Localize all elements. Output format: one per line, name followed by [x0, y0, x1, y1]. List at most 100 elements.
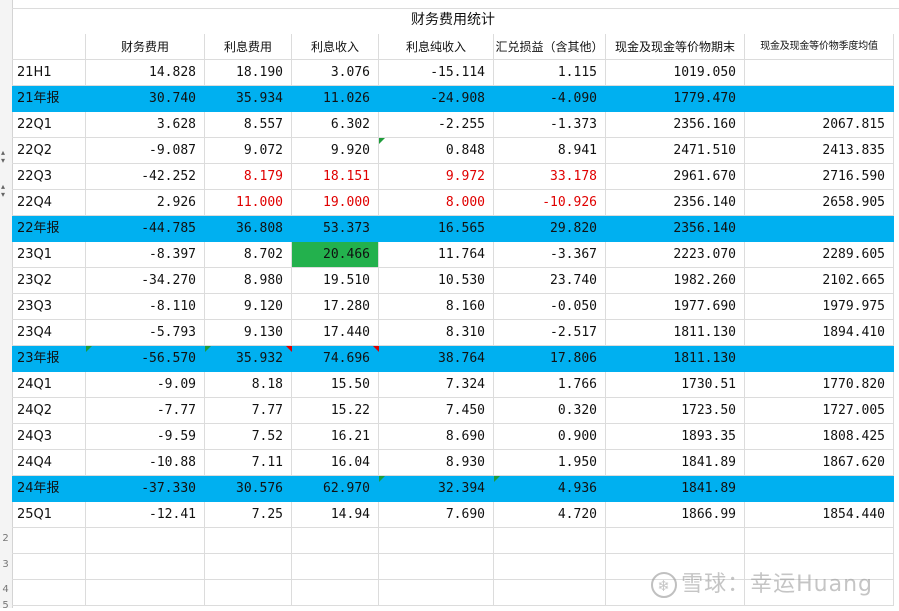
value-cell[interactable]: 17.280 [292, 294, 379, 320]
value-cell[interactable]: 7.77 [205, 398, 292, 424]
value-cell[interactable]: 1894.410 [745, 320, 894, 346]
value-cell[interactable]: 7.25 [205, 502, 292, 528]
value-cell[interactable]: -10.88 [86, 450, 205, 476]
value-cell[interactable]: 1893.35 [606, 424, 745, 450]
value-cell[interactable]: 36.808 [205, 216, 292, 242]
period-label-cell[interactable]: 22Q1 [12, 112, 86, 138]
value-cell[interactable]: 29.820 [494, 216, 606, 242]
value-cell[interactable]: 2356.140 [606, 190, 745, 216]
period-label-cell[interactable]: 22年报 [12, 216, 86, 242]
column-header[interactable]: 现金及现金等价物季度均值 [745, 34, 894, 60]
column-header[interactable]: 汇兑损益（含其他） [494, 34, 606, 60]
value-cell[interactable]: 2413.835 [745, 138, 894, 164]
value-cell[interactable]: 1.766 [494, 372, 606, 398]
empty-cell[interactable] [86, 580, 205, 606]
period-label-cell[interactable]: 22Q4 [12, 190, 86, 216]
value-cell[interactable]: -8.397 [86, 242, 205, 268]
value-cell[interactable]: -15.114 [379, 60, 494, 86]
value-cell[interactable]: 4.720 [494, 502, 606, 528]
value-cell[interactable]: 17.440 [292, 320, 379, 346]
value-cell[interactable]: 14.828 [86, 60, 205, 86]
value-cell[interactable]: 11.000 [205, 190, 292, 216]
value-cell[interactable]: 0.848 [379, 138, 494, 164]
column-header[interactable]: 利息收入 [292, 34, 379, 60]
period-label-cell[interactable]: 21H1 [12, 60, 86, 86]
value-cell[interactable]: 3.628 [86, 112, 205, 138]
value-cell[interactable]: 2289.605 [745, 242, 894, 268]
empty-cell[interactable] [12, 528, 86, 554]
period-label-cell[interactable]: 24Q1 [12, 372, 86, 398]
empty-cell[interactable] [745, 528, 894, 554]
column-header[interactable]: 现金及现金等价物期末 [606, 34, 745, 60]
value-cell[interactable]: 8.000 [379, 190, 494, 216]
value-cell[interactable]: -56.570 [86, 346, 205, 372]
period-label-cell[interactable]: 23Q4 [12, 320, 86, 346]
period-label-cell[interactable]: 23Q3 [12, 294, 86, 320]
value-cell[interactable]: 1841.89 [606, 476, 745, 502]
value-cell[interactable]: 2.926 [86, 190, 205, 216]
empty-cell[interactable] [494, 554, 606, 580]
value-cell[interactable]: -9.09 [86, 372, 205, 398]
value-cell[interactable]: 53.373 [292, 216, 379, 242]
value-cell[interactable]: 18.151 [292, 164, 379, 190]
value-cell[interactable]: -2.255 [379, 112, 494, 138]
value-cell[interactable]: 23.740 [494, 268, 606, 294]
value-cell[interactable]: 3.076 [292, 60, 379, 86]
empty-cell[interactable] [12, 554, 86, 580]
period-label-cell[interactable]: 23Q1 [12, 242, 86, 268]
empty-cell[interactable] [379, 554, 494, 580]
value-cell[interactable]: 15.50 [292, 372, 379, 398]
value-cell[interactable]: -3.367 [494, 242, 606, 268]
value-cell[interactable]: 2067.815 [745, 112, 894, 138]
value-cell[interactable]: 6.302 [292, 112, 379, 138]
value-cell[interactable]: 8.160 [379, 294, 494, 320]
empty-cell[interactable] [494, 580, 606, 606]
value-cell[interactable]: 19.510 [292, 268, 379, 294]
value-cell[interactable]: 1723.50 [606, 398, 745, 424]
value-cell[interactable]: 10.530 [379, 268, 494, 294]
empty-cell[interactable] [606, 528, 745, 554]
value-cell[interactable]: 1770.820 [745, 372, 894, 398]
value-cell[interactable]: 7.690 [379, 502, 494, 528]
value-cell[interactable]: -9.087 [86, 138, 205, 164]
value-cell[interactable]: -7.77 [86, 398, 205, 424]
column-header[interactable]: 利息纯收入 [379, 34, 494, 60]
value-cell[interactable]: 2356.160 [606, 112, 745, 138]
value-cell[interactable]: 1977.690 [606, 294, 745, 320]
value-cell[interactable] [745, 60, 894, 86]
value-cell[interactable]: 16.04 [292, 450, 379, 476]
value-cell[interactable]: 1779.470 [606, 86, 745, 112]
empty-cell[interactable] [292, 554, 379, 580]
value-cell[interactable]: -34.270 [86, 268, 205, 294]
value-cell[interactable]: 8.980 [205, 268, 292, 294]
value-cell[interactable] [745, 216, 894, 242]
value-cell[interactable]: 4.936 [494, 476, 606, 502]
value-cell[interactable]: 35.934 [205, 86, 292, 112]
value-cell[interactable]: 0.900 [494, 424, 606, 450]
value-cell[interactable]: 30.740 [86, 86, 205, 112]
empty-cell[interactable] [86, 528, 205, 554]
empty-cell[interactable] [205, 554, 292, 580]
empty-cell[interactable] [379, 580, 494, 606]
group-toggle-icon[interactable]: ▾ [1, 156, 5, 165]
value-cell[interactable]: 74.696 [292, 346, 379, 372]
value-cell[interactable]: -2.517 [494, 320, 606, 346]
value-cell[interactable]: 1019.050 [606, 60, 745, 86]
value-cell[interactable]: 1979.975 [745, 294, 894, 320]
value-cell[interactable]: 19.000 [292, 190, 379, 216]
value-cell[interactable]: 8.941 [494, 138, 606, 164]
value-cell[interactable]: 38.764 [379, 346, 494, 372]
value-cell[interactable]: 9.920 [292, 138, 379, 164]
value-cell[interactable]: 1866.99 [606, 502, 745, 528]
value-cell[interactable]: 32.394 [379, 476, 494, 502]
value-cell[interactable]: 8.690 [379, 424, 494, 450]
value-cell[interactable]: 1854.440 [745, 502, 894, 528]
value-cell[interactable]: 7.52 [205, 424, 292, 450]
value-cell[interactable]: 15.22 [292, 398, 379, 424]
value-cell[interactable]: -8.110 [86, 294, 205, 320]
group-toggle-icon[interactable]: ▾ [1, 190, 5, 199]
value-cell[interactable]: -9.59 [86, 424, 205, 450]
value-cell[interactable]: -44.785 [86, 216, 205, 242]
value-cell[interactable]: 16.21 [292, 424, 379, 450]
value-cell[interactable]: 16.565 [379, 216, 494, 242]
